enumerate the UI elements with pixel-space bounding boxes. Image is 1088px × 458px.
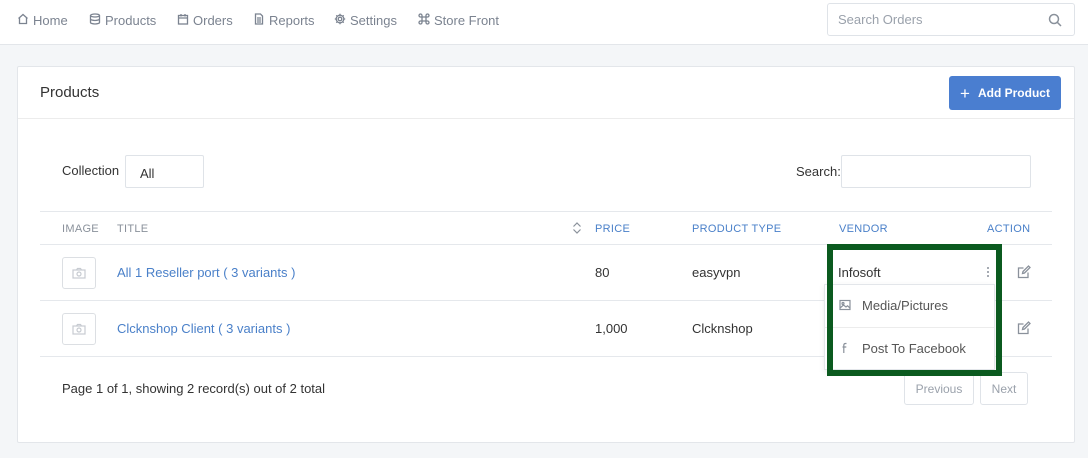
nav-orders[interactable]: Orders — [177, 12, 233, 28]
column-price[interactable]: PRICE — [595, 223, 630, 235]
product-thumbnail[interactable] — [62, 313, 96, 345]
calendar-icon — [177, 13, 189, 28]
product-type: easyvpn — [692, 265, 741, 280]
table-search-input[interactable] — [841, 155, 1031, 188]
add-product-button[interactable]: + Add Product — [949, 76, 1061, 110]
product-price: 80 — [595, 265, 610, 280]
nav-reports-label: Reports — [269, 12, 315, 28]
camera-icon — [72, 267, 86, 279]
nav-settings[interactable]: Settings — [334, 12, 397, 28]
edit-icon[interactable] — [1017, 265, 1031, 279]
search-orders-box — [827, 3, 1075, 36]
sort-icon[interactable] — [572, 222, 582, 234]
product-title-link[interactable]: All 1 Reseller port ( 3 variants ) — [117, 265, 295, 280]
column-action: ACTION — [987, 223, 1031, 235]
next-button[interactable]: Next — [980, 372, 1028, 405]
nav-home[interactable]: Home — [17, 12, 68, 28]
add-product-label: Add Product — [977, 86, 1050, 100]
edit-icon[interactable] — [1017, 321, 1031, 335]
nav-home-label: Home — [33, 12, 68, 28]
gear-icon — [334, 13, 346, 28]
pagination-summary: Page 1 of 1, showing 2 record(s) out of … — [62, 381, 326, 396]
column-title[interactable]: TITLE — [117, 223, 148, 235]
home-icon — [17, 13, 29, 28]
document-icon — [253, 12, 265, 28]
nav-settings-label: Settings — [350, 12, 397, 28]
nav-reports[interactable]: Reports — [253, 12, 315, 28]
previous-button[interactable]: Previous — [904, 372, 974, 405]
collection-label: Collection — [62, 163, 120, 178]
top-navbar: Home Products Orders Reports Settings St… — [0, 0, 1088, 45]
column-image: IMAGE — [62, 223, 99, 235]
product-thumbnail[interactable] — [62, 257, 96, 289]
product-title-link[interactable]: Clcknshop Client ( 3 variants ) — [117, 321, 290, 336]
card-header: Products + Add Product — [18, 67, 1074, 119]
collection-select[interactable]: All — [125, 155, 204, 188]
database-icon — [89, 12, 101, 28]
nav-products-label: Products — [105, 12, 157, 28]
command-icon — [418, 12, 430, 28]
nav-orders-label: Orders — [193, 12, 233, 28]
nav-products[interactable]: Products — [89, 12, 156, 28]
column-vendor[interactable]: VENDOR — [839, 223, 888, 235]
table-header: IMAGE TITLE PRICE PRODUCT TYPE VENDOR AC… — [40, 211, 1052, 245]
product-type: Clcknshop — [692, 321, 753, 336]
column-product-type[interactable]: PRODUCT TYPE — [692, 223, 781, 235]
highlight-box — [827, 244, 1002, 376]
nav-store-front[interactable]: Store Front — [418, 12, 499, 28]
table-search-label: Search: — [796, 164, 841, 179]
camera-icon — [72, 323, 86, 335]
plus-icon: + — [960, 83, 970, 103]
search-orders-input[interactable] — [828, 4, 1038, 35]
nav-store-front-label: Store Front — [434, 12, 500, 28]
search-icon[interactable] — [1048, 13, 1062, 27]
product-price: 1,000 — [595, 321, 628, 336]
page-title: Products — [40, 84, 100, 101]
